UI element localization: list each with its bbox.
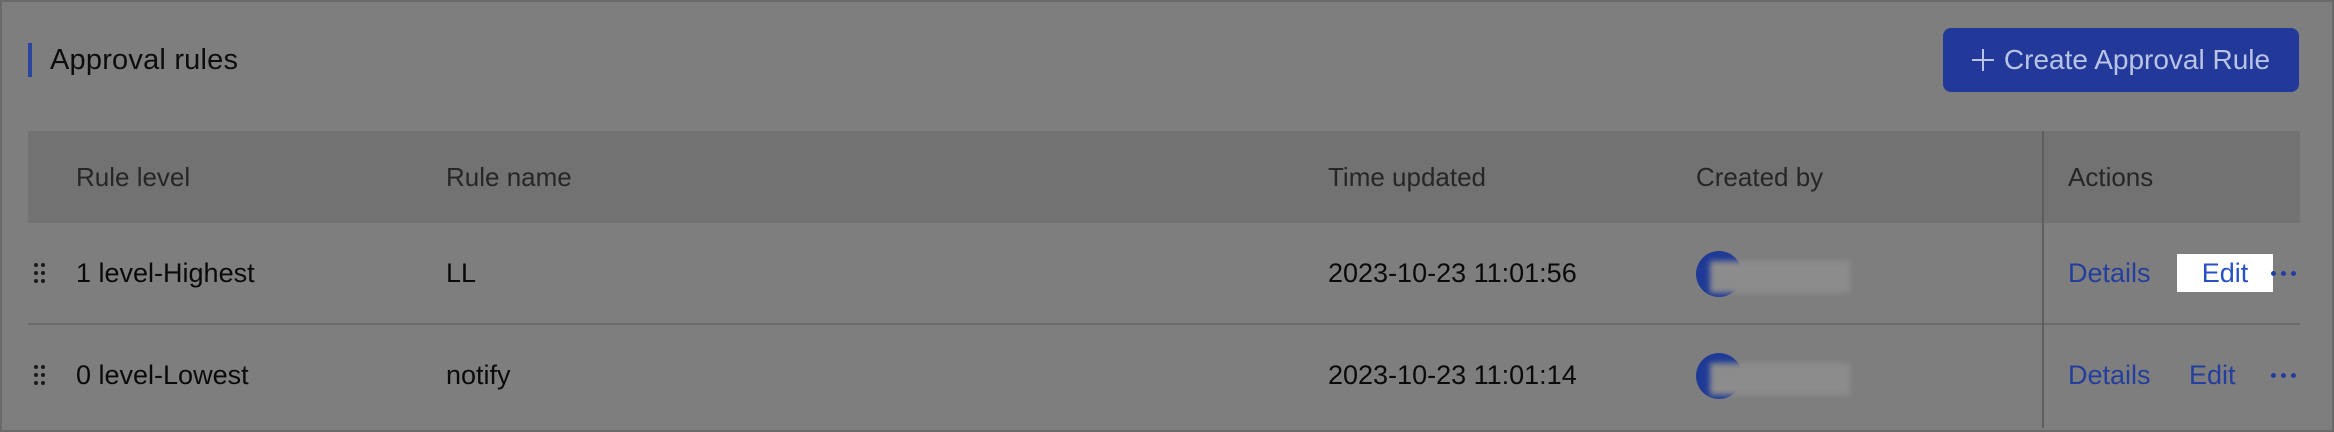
table-row: 0 level-Lowest notify 2023-10-23 11:01:1…	[28, 325, 2300, 422]
more-horizontal-icon[interactable]	[2271, 271, 2297, 277]
create-approval-rule-label: Create Approval Rule	[2003, 44, 2271, 75]
cell-rule-name: LL	[446, 258, 477, 288]
drag-handle-icon[interactable]	[34, 365, 46, 385]
details-link[interactable]: Details	[2068, 325, 2151, 425]
redacted-creator-name	[1710, 261, 1850, 293]
section-header: Approval rules	[28, 40, 238, 80]
cell-rule-name: notify	[446, 360, 511, 390]
header-created-by: Created by	[1696, 162, 1824, 192]
header-actions: Actions	[2068, 162, 2154, 192]
redacted-creator-name	[1710, 363, 1850, 395]
cell-time-updated: 2023-10-23 11:01:56	[1328, 258, 1577, 288]
drag-handle-icon[interactable]	[34, 263, 46, 283]
header-rule-level: Rule level	[76, 162, 191, 192]
approval-rules-table: Rule level Rule name Time updated Create…	[28, 131, 2300, 422]
title-accent-bar	[28, 43, 32, 77]
edit-link[interactable]: Edit	[2177, 254, 2273, 292]
cell-rule-level: 0 level-Lowest	[76, 360, 249, 390]
table-header: Rule level Rule name Time updated Create…	[28, 131, 2300, 223]
more-horizontal-icon[interactable]	[2271, 373, 2297, 379]
cell-rule-level: 1 level-Highest	[76, 258, 255, 288]
create-approval-rule-button[interactable]: Create Approval Rule	[1943, 28, 2299, 92]
header-time-updated: Time updated	[1328, 162, 1487, 192]
actions-column-divider	[2042, 131, 2044, 428]
details-link[interactable]: Details	[2068, 223, 2151, 323]
header-rule-name: Rule name	[446, 162, 572, 192]
page-title: Approval rules	[50, 43, 239, 76]
edit-link[interactable]: Edit	[2189, 325, 2236, 425]
cell-time-updated: 2023-10-23 11:01:14	[1328, 360, 1577, 390]
plus-icon	[1971, 49, 1994, 71]
table-row: 1 level-Highest LL 2023-10-23 11:01:56 D…	[28, 223, 2300, 325]
